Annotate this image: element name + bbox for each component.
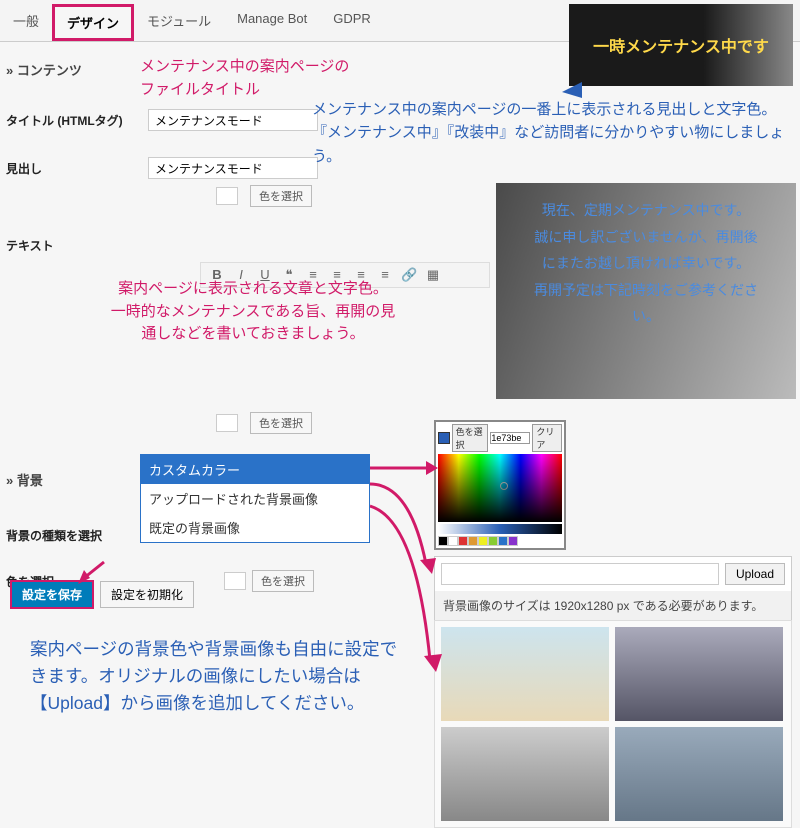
upload-hint: 背景画像のサイズは 1920x1280 px である必要があります。 (435, 591, 791, 620)
upload-panel: Upload 背景画像のサイズは 1920x1280 px である必要があります… (434, 556, 792, 621)
cp-hue-slider[interactable] (438, 524, 562, 534)
cp-clear[interactable]: クリア (532, 424, 562, 452)
bg-gallery (434, 620, 792, 828)
gallery-thumb-4[interactable] (615, 727, 783, 821)
cp-hex-input[interactable] (490, 432, 530, 444)
tab-general[interactable]: 一般 (0, 4, 52, 41)
annotation-text: 案内ページに表示される文章と文字色。 一時的なメンテナンスである旨、再開の見 通… (18, 278, 488, 346)
tab-design[interactable]: デザイン (52, 4, 134, 41)
input-heading[interactable] (148, 157, 318, 179)
label-title: タイトル (HTMLタグ) (6, 112, 136, 129)
cp-current-swatch (438, 432, 450, 444)
annotation-heading: メンテナンス中の案内ページの一番上に表示される見出しと文字色。『メンテナンス中』… (312, 98, 792, 168)
heading-color-swatch[interactable] (216, 187, 238, 205)
arrow-icon-3 (370, 500, 450, 680)
cp-cursor[interactable] (500, 482, 508, 490)
label-text: テキスト (6, 237, 136, 254)
label-heading: 見出し (6, 160, 136, 177)
label-bgtype: 背景の種類を選択 (6, 527, 136, 544)
dropdown-default-bg[interactable]: 既定の背景画像 (141, 513, 369, 542)
heading-color-btn[interactable]: 色を選択 (250, 185, 312, 207)
cp-gradient[interactable] (438, 454, 562, 522)
upload-button[interactable]: Upload (725, 563, 785, 585)
cp-label[interactable]: 色を選択 (452, 424, 489, 452)
bg-color-btn[interactable]: 色を選択 (252, 570, 314, 592)
dropdown-custom-color[interactable]: カスタムカラー (141, 455, 369, 484)
tab-managebot[interactable]: Manage Bot (224, 4, 320, 41)
annotation-filetitle: メンテナンス中の案内ページの ファイルタイトル (140, 56, 349, 101)
preview-body-text: 現在、定期メンテナンス中です。 誠に申し訳ございませんが、再開後 にまたお越し頂… (534, 202, 758, 324)
gallery-thumb-2[interactable] (615, 627, 783, 721)
arrow-icon-save (78, 560, 108, 584)
input-title[interactable] (148, 109, 318, 131)
annotation-background: 案内ページの背景色や背景画像も自由に設定できます。オリジナルの画像にしたい場合は… (30, 636, 410, 717)
dropdown-uploaded-bg[interactable]: アップロードされた背景画像 (141, 484, 369, 513)
text-color-btn[interactable]: 色を選択 (250, 412, 312, 434)
gallery-thumb-3[interactable] (441, 727, 609, 821)
bg-color-swatch[interactable] (224, 572, 246, 590)
tab-module[interactable]: モジュール (134, 4, 224, 41)
text-color-swatch[interactable] (216, 414, 238, 432)
preview-body: 現在、定期メンテナンス中です。 誠に申し訳ございませんが、再開後 にまたお越し頂… (496, 183, 796, 399)
preview-header-text: 一時メンテナンス中です (593, 33, 769, 57)
triangle-icon (562, 82, 582, 98)
tab-gdpr[interactable]: GDPR (320, 4, 384, 41)
preview-header: 一時メンテナンス中です (569, 4, 793, 86)
save-button[interactable]: 設定を保存 (10, 580, 94, 609)
reset-button[interactable]: 設定を初期化 (100, 581, 194, 608)
bg-type-dropdown[interactable]: カスタムカラー アップロードされた背景画像 既定の背景画像 (140, 454, 370, 543)
color-picker[interactable]: 色を選択 クリア (434, 420, 566, 550)
upload-path-input[interactable] (441, 563, 719, 585)
cp-swatches[interactable] (438, 536, 562, 546)
gallery-thumb-1[interactable] (441, 627, 609, 721)
arrow-icon-1 (370, 458, 438, 478)
